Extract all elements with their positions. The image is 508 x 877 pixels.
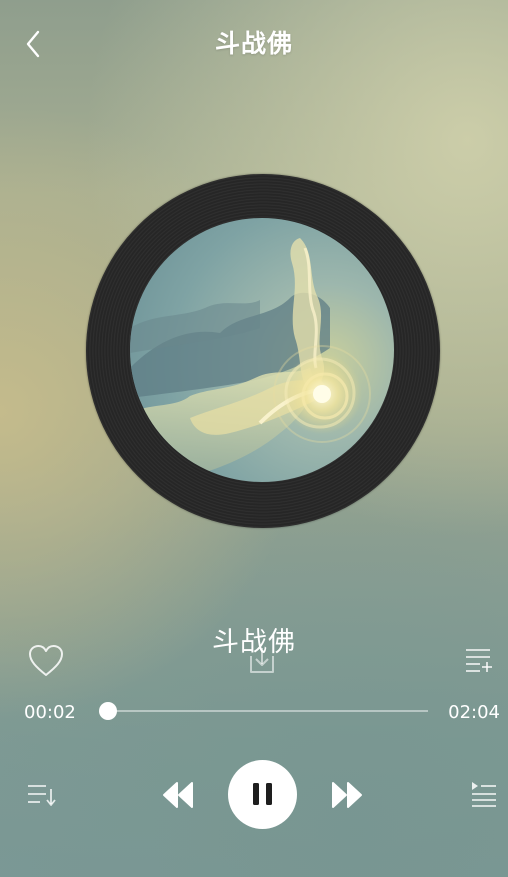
pause-icon [253, 783, 272, 805]
page-title: 斗战佛 [214, 29, 293, 58]
add-to-playlist-button[interactable] [464, 646, 494, 674]
fast-forward-icon [332, 782, 362, 808]
previous-button[interactable] [160, 779, 196, 811]
list-sort-icon [28, 785, 56, 806]
playlist-queue-button[interactable] [468, 780, 498, 808]
current-time: 00:02 [24, 702, 76, 723]
sort-button[interactable] [26, 781, 58, 809]
album-cover [130, 218, 394, 482]
play-pause-button[interactable] [228, 760, 297, 829]
next-button[interactable] [329, 779, 365, 811]
total-time: 02:04 [448, 702, 500, 723]
playlist-queue-icon [472, 782, 496, 807]
playlist-add-icon [466, 649, 492, 672]
like-button[interactable] [27, 643, 65, 679]
progress-thumb[interactable] [99, 702, 118, 720]
heart-icon [29, 645, 63, 676]
download-icon [250, 648, 274, 673]
rewind-icon [163, 782, 193, 808]
download-button[interactable] [244, 646, 280, 676]
progress-bar[interactable] [99, 702, 428, 720]
